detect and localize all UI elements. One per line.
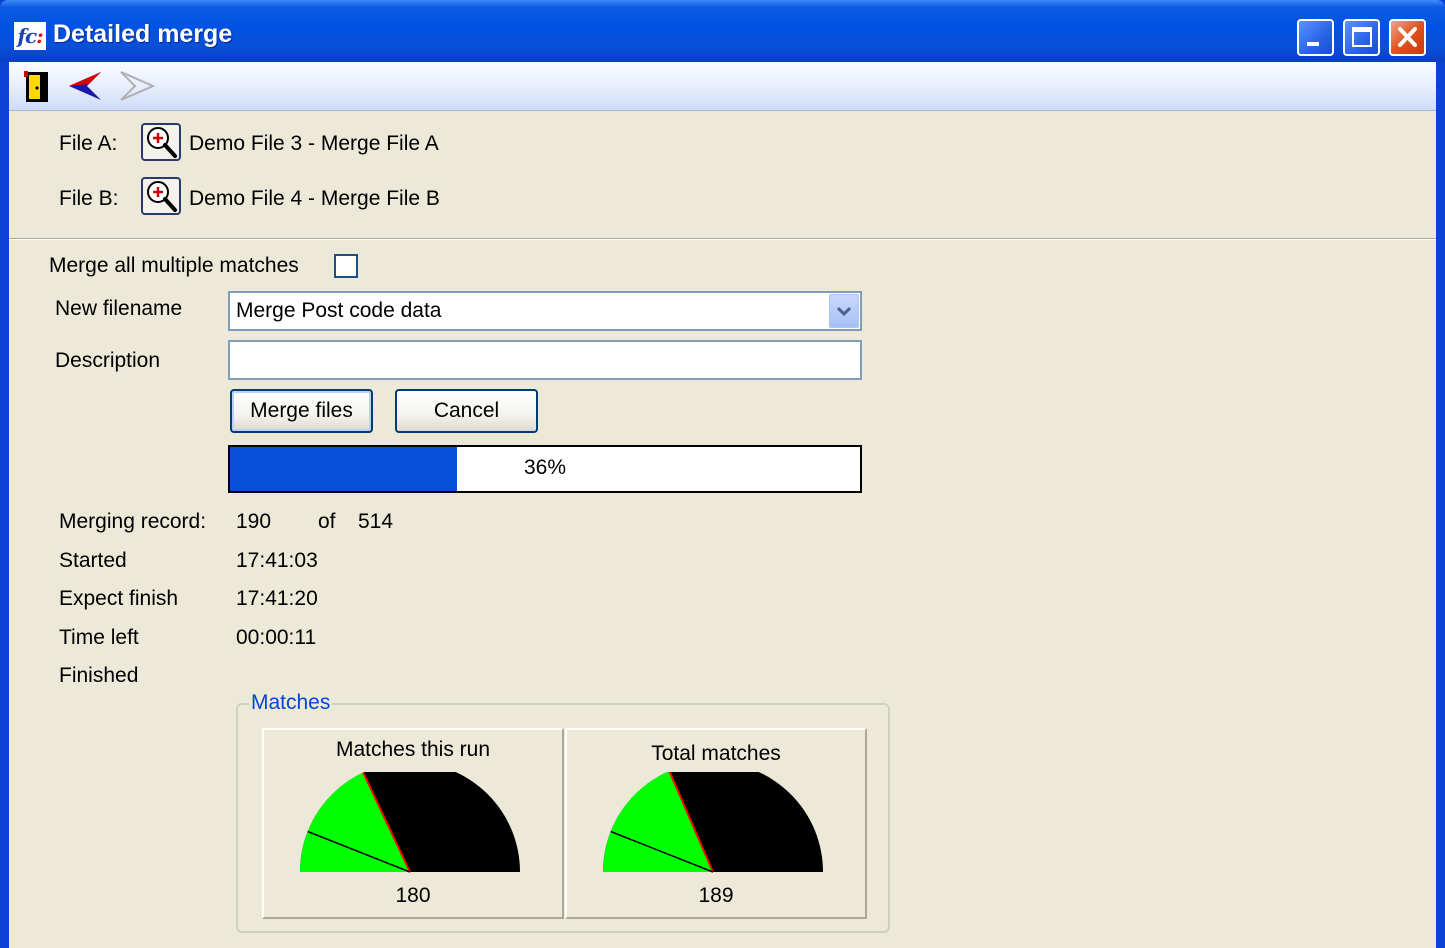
minimize-button[interactable] xyxy=(1297,19,1334,56)
file-b-name: Demo File 4 - Merge File B xyxy=(189,187,440,210)
window-frame-right xyxy=(1436,62,1445,948)
file-a-browse-button[interactable] xyxy=(141,123,181,161)
window-title: Detailed merge xyxy=(53,20,233,48)
merge-progress-bar: 36% xyxy=(228,445,862,493)
progress-percent: 36% xyxy=(523,456,567,479)
matches-group-title: Matches xyxy=(249,691,333,715)
expect-finish-value: 17:41:20 xyxy=(236,587,318,610)
expect-finish-label: Expect finish xyxy=(59,587,179,610)
merge-all-checkbox[interactable] xyxy=(334,254,358,278)
title-bar[interactable]: fc: Detailed merge xyxy=(0,0,1445,62)
client-area: File A: Demo File 3 - Merge File A File … xyxy=(9,62,1436,948)
matches-this-run-value: 180 xyxy=(395,884,431,907)
dropdown-button[interactable] xyxy=(829,294,859,328)
window: fc: Detailed merge File A: Demo File 3 -… xyxy=(0,0,1445,948)
window-frame-left xyxy=(0,62,9,948)
started-label: Started xyxy=(59,549,127,572)
total-matches-panel: Total matches 189 xyxy=(565,728,867,919)
total-matches-value: 189 xyxy=(698,884,734,907)
file-b-label: File B: xyxy=(59,187,119,210)
matches-this-run-panel: Matches this run 180 xyxy=(262,728,564,919)
back-arrow-icon[interactable] xyxy=(67,68,103,104)
magnifier-plus-icon xyxy=(147,181,177,212)
description-input[interactable] xyxy=(228,340,862,380)
time-left-label: Time left xyxy=(59,626,139,649)
merge-files-button[interactable]: Merge files xyxy=(230,389,373,433)
chevron-down-icon xyxy=(836,306,852,317)
new-filename-value: Merge Post code data xyxy=(236,299,442,322)
total-matches-title: Total matches xyxy=(651,742,781,765)
file-a-name: Demo File 3 - Merge File A xyxy=(189,132,439,155)
minimize-icon xyxy=(1307,42,1319,46)
matches-this-run-gauge xyxy=(300,772,520,873)
merging-record-label: Merging record: xyxy=(59,510,207,533)
total-matches-gauge xyxy=(603,772,823,873)
finished-label: Finished xyxy=(59,664,139,687)
magnifier-plus-icon xyxy=(147,127,177,158)
maximize-button[interactable] xyxy=(1343,19,1380,56)
maximize-icon xyxy=(1352,27,1372,47)
time-left-value: 00:00:11 xyxy=(236,626,317,649)
forward-arrow-icon xyxy=(120,71,155,101)
file-b-browse-button[interactable] xyxy=(141,177,181,215)
exit-icon[interactable] xyxy=(21,68,57,104)
current-record: 190 xyxy=(236,510,272,533)
merge-all-label: Merge all multiple matches xyxy=(49,254,299,277)
file-a-label: File A: xyxy=(59,132,118,155)
total-records: 514 xyxy=(358,510,394,533)
fc-app-icon[interactable]: fc: xyxy=(14,22,46,50)
of-label: of xyxy=(318,510,336,533)
matches-this-run-title: Matches this run xyxy=(335,738,491,761)
cancel-button[interactable]: Cancel xyxy=(395,389,538,433)
close-icon xyxy=(1398,27,1417,47)
started-value: 17:41:03 xyxy=(236,549,318,572)
close-button[interactable] xyxy=(1389,19,1426,56)
new-filename-label: New filename xyxy=(55,297,183,320)
toolbar xyxy=(9,62,1436,111)
separator xyxy=(9,238,1436,240)
description-label: Description xyxy=(55,349,161,372)
new-filename-combobox[interactable]: Merge Post code data xyxy=(228,291,862,331)
